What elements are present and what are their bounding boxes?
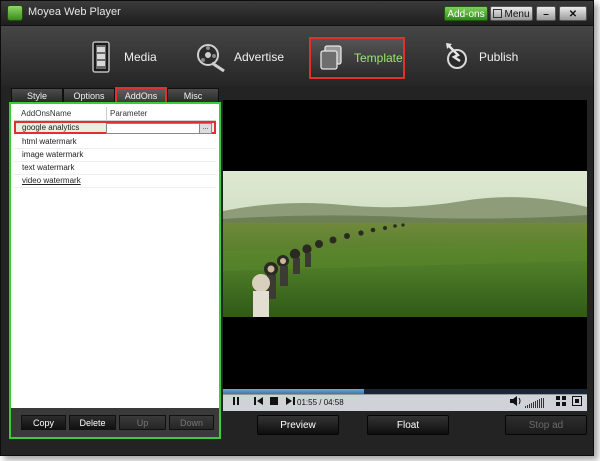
minimize-button[interactable]: – — [536, 6, 556, 21]
tab-misc[interactable]: Misc — [167, 88, 219, 102]
column-header-parameter[interactable]: Parameter — [110, 109, 147, 118]
stop-ad-button[interactable]: Stop ad — [505, 415, 587, 435]
column-header-addons-name[interactable]: AddOnsName — [21, 109, 71, 118]
nav-item-template[interactable]: Template — [309, 37, 405, 79]
menu-button[interactable]: Menu — [490, 6, 533, 21]
nav-item-media[interactable]: Media — [86, 38, 157, 76]
volume-slider[interactable] — [525, 398, 544, 408]
main-nav: Media Advertise Template Publish — [1, 26, 593, 86]
addons-list-header: AddOnsName Parameter — [14, 107, 216, 121]
tab-addons[interactable]: AddOns — [115, 87, 167, 102]
addons-panel: AddOnsName Parameter google analytics ..… — [9, 102, 221, 439]
nav-item-advertise[interactable]: Advertise — [196, 38, 284, 76]
menu-icon — [493, 9, 503, 18]
addon-row-video-watermark[interactable]: video watermark — [14, 174, 216, 188]
addons-button[interactable]: Add-ons — [444, 6, 488, 21]
volume-icon[interactable] — [509, 396, 523, 410]
addon-row-google-analytics[interactable]: google analytics ... — [14, 121, 216, 134]
film-icon — [86, 40, 116, 74]
addon-name: video watermark — [22, 176, 81, 185]
move-down-button[interactable]: Down — [169, 415, 214, 430]
addon-name: html watermark — [22, 137, 77, 146]
column-divider[interactable] — [106, 107, 107, 120]
nav-label-advertise: Advertise — [234, 50, 285, 64]
skip-back-icon[interactable] — [251, 396, 265, 410]
list-actions-bar: Copy Delete Up Down — [11, 408, 219, 437]
parameter-browse-button[interactable]: ... — [199, 124, 211, 133]
preview-button[interactable]: Preview — [257, 415, 339, 435]
addon-row-text-watermark[interactable]: text watermark — [14, 161, 216, 175]
addon-name: google analytics — [22, 123, 80, 132]
stop-icon[interactable] — [267, 396, 281, 410]
video-preview[interactable] — [223, 100, 587, 389]
float-button[interactable]: Float — [367, 415, 449, 435]
video-frame-image — [223, 171, 587, 317]
menu-label: Menu — [504, 9, 530, 20]
nav-label-media: Media — [124, 50, 157, 64]
tab-style[interactable]: Style — [11, 88, 63, 102]
app-title: Moyea Web Player — [28, 6, 121, 18]
nav-label-template: Template — [354, 51, 403, 65]
delete-button[interactable]: Delete — [69, 415, 116, 430]
template-stack-icon — [316, 41, 346, 75]
publish-icon — [441, 40, 471, 74]
preview-actions: Preview Float Stop ad — [223, 411, 587, 441]
pause-icon[interactable] — [229, 396, 243, 410]
app-logo-icon — [7, 5, 23, 21]
nav-label-publish: Publish — [479, 50, 519, 64]
addon-name: text watermark — [22, 163, 75, 172]
addon-name: image watermark — [22, 150, 84, 159]
skip-forward-icon[interactable] — [283, 396, 297, 410]
copy-button[interactable]: Copy — [21, 415, 66, 430]
close-button[interactable]: ✕ — [559, 6, 587, 21]
move-up-button[interactable]: Up — [119, 415, 166, 430]
addon-row-html-watermark[interactable]: html watermark — [14, 135, 216, 149]
player-controls: 01:55 / 04:58 — [223, 394, 587, 411]
parameter-input[interactable]: ... — [106, 123, 212, 134]
time-readout: 01:55 / 04:58 — [297, 398, 344, 407]
nav-item-publish[interactable]: Publish — [441, 38, 518, 76]
layout-grid-icon[interactable] — [555, 396, 567, 410]
fullscreen-icon[interactable] — [571, 396, 583, 410]
title-bar[interactable]: Moyea Web Player Add-ons Menu – ✕ — [1, 1, 593, 26]
film-reel-icon — [196, 40, 226, 74]
addon-row-image-watermark[interactable]: image watermark — [14, 148, 216, 162]
tab-options[interactable]: Options — [63, 88, 115, 102]
settings-tabs: Style Options AddOns Misc — [1, 87, 221, 102]
app-window: Moyea Web Player Add-ons Menu – ✕ Media — [0, 0, 594, 456]
